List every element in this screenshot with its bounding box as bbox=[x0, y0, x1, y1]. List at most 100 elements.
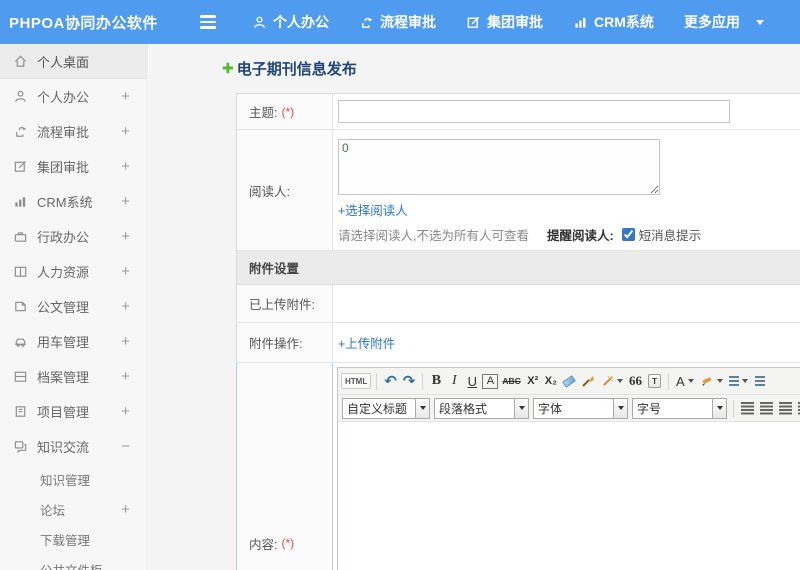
chevron-down-icon bbox=[415, 398, 429, 418]
align-right-icon[interactable] bbox=[777, 398, 794, 418]
readers-row: 阅读人: 0 +选择阅读人 请选择阅读人,不选为所有人可查看 提醒阅读人: 短消… bbox=[237, 130, 800, 251]
edit-icon bbox=[14, 160, 27, 172]
readers-textarea[interactable]: 0 bbox=[338, 139, 660, 195]
sidebar-subitem-public-file-cabinet[interactable]: 公共文件柜 bbox=[0, 554, 147, 570]
blockquote-button[interactable]: 66 bbox=[627, 371, 644, 391]
subject-input[interactable] bbox=[338, 100, 730, 123]
content-label: 内容: (*) bbox=[237, 363, 333, 570]
nav-more-apps[interactable]: 更多应用 bbox=[684, 12, 740, 32]
sidebar-item-project-management[interactable]: 项目管理 + bbox=[0, 394, 147, 429]
nav-group-approval[interactable]: 集团审批 bbox=[466, 12, 543, 32]
hamburger-menu-icon[interactable] bbox=[200, 15, 216, 29]
underline-button[interactable]: U bbox=[464, 371, 480, 391]
chevron-down-icon[interactable] bbox=[755, 19, 764, 25]
sidebar-subitem-forum[interactable]: 论坛 + bbox=[0, 494, 147, 524]
sidebar-item-knowledge-exchange[interactable]: 知识交流 − bbox=[0, 429, 147, 464]
select-readers-link[interactable]: +选择阅读人 bbox=[338, 200, 408, 219]
italic-button[interactable]: I bbox=[446, 371, 462, 391]
upload-attachment-link[interactable]: +上传附件 bbox=[338, 333, 395, 352]
font-style-button[interactable]: A bbox=[482, 373, 499, 389]
align-center-icon[interactable] bbox=[758, 398, 775, 418]
sidebar-item-label: 档案管理 bbox=[37, 370, 90, 385]
expand-toggle[interactable]: + bbox=[121, 298, 130, 315]
flow-icon bbox=[16, 127, 26, 137]
sms-notify-label: 短消息提示 bbox=[638, 229, 702, 243]
nav-label: 个人办公 bbox=[273, 14, 329, 30]
editor-content-area[interactable] bbox=[338, 422, 800, 570]
archive-icon bbox=[14, 371, 27, 382]
nav-label: 更多应用 bbox=[683, 14, 740, 30]
subject-row: 主题: (*) bbox=[237, 94, 800, 130]
paste-as-text-icon[interactable]: T bbox=[646, 371, 663, 391]
editor-toolbar-row1: HTML ↶ ↷ B I U A ABC X² X₂ 66 T A bbox=[338, 368, 800, 395]
nav-label: CRM系统 bbox=[594, 14, 654, 30]
expand-toggle[interactable]: + bbox=[121, 368, 130, 385]
sidebar-subitem-label: 公共文件柜 bbox=[40, 560, 103, 570]
sidebar-item-workflow-approval[interactable]: 流程审批 + bbox=[0, 114, 147, 149]
subscript-button[interactable]: X₂ bbox=[543, 371, 559, 391]
expand-toggle[interactable]: + bbox=[121, 501, 130, 518]
strikethrough-button[interactable]: ABC bbox=[500, 371, 522, 391]
sidebar-subitem-label: 知识管理 bbox=[40, 473, 91, 488]
top-nav: 个人办公 流程审批 集团审批 CRM系统 更多应用 bbox=[252, 12, 764, 32]
main-content: ✚ 电子期刊信息发布 主题: (*) 阅读人: 0 +选择阅读人 请选择阅读人,… bbox=[149, 44, 800, 570]
align-justify-icon[interactable] bbox=[796, 398, 800, 418]
sidebar-subitem-download-management[interactable]: 下载管理 bbox=[0, 524, 147, 554]
sidebar-item-personal-desktop[interactable]: 个人桌面 bbox=[0, 44, 147, 79]
sidebar-item-archive-management[interactable]: 档案管理 + bbox=[0, 359, 147, 394]
sidebar-item-human-resources[interactable]: 人力资源 + bbox=[0, 254, 147, 289]
nav-label: 流程审批 bbox=[380, 14, 436, 30]
collapse-toggle[interactable]: − bbox=[121, 438, 130, 455]
person-icon bbox=[15, 90, 26, 102]
nav-label: 集团审批 bbox=[487, 14, 543, 30]
chevron-down-icon bbox=[712, 398, 726, 418]
redo-icon[interactable]: ↷ bbox=[401, 371, 418, 391]
expand-toggle[interactable]: + bbox=[121, 333, 130, 350]
expand-toggle[interactable]: + bbox=[121, 193, 130, 210]
expand-toggle[interactable]: + bbox=[121, 263, 130, 280]
ordered-list-icon[interactable] bbox=[727, 371, 750, 391]
sidebar-item-vehicle-management[interactable]: 用车管理 + bbox=[0, 324, 147, 359]
heading-select[interactable]: 自定义标题 bbox=[342, 397, 430, 419]
sidebar-item-document-management[interactable]: 公文管理 + bbox=[0, 289, 147, 324]
expand-toggle[interactable]: + bbox=[121, 88, 130, 105]
font-color-button[interactable]: A bbox=[674, 371, 696, 391]
remove-format-icon[interactable] bbox=[561, 371, 577, 391]
superscript-button[interactable]: X² bbox=[525, 371, 541, 391]
sidebar-item-crm-system[interactable]: CRM系统 + bbox=[0, 184, 147, 219]
person-icon bbox=[254, 16, 265, 28]
expand-toggle[interactable]: + bbox=[121, 403, 130, 420]
format-painter-icon[interactable] bbox=[579, 371, 597, 391]
undo-icon[interactable]: ↶ bbox=[382, 371, 399, 391]
nav-crm-system[interactable]: CRM系统 bbox=[573, 12, 654, 32]
sidebar-item-personal-office[interactable]: 个人办公 + bbox=[0, 79, 147, 114]
unordered-list-icon[interactable] bbox=[752, 371, 768, 391]
chat-layers-icon bbox=[14, 441, 27, 454]
expand-toggle[interactable]: + bbox=[121, 158, 130, 175]
bold-button[interactable]: B bbox=[428, 371, 444, 391]
font-size-select[interactable]: 字号 bbox=[632, 397, 727, 419]
page-title: ✚ 电子期刊信息发布 bbox=[222, 58, 800, 79]
sidebar-item-group-approval[interactable]: 集团审批 + bbox=[0, 149, 147, 184]
readers-label: 阅读人: bbox=[237, 130, 333, 250]
align-left-icon[interactable] bbox=[739, 398, 756, 418]
source-code-button[interactable]: HTML bbox=[341, 373, 372, 389]
nav-workflow-approval[interactable]: 流程审批 bbox=[359, 12, 436, 32]
font-family-select[interactable]: 字体 bbox=[533, 397, 628, 419]
remind-readers-label: 提醒阅读人: bbox=[546, 229, 614, 243]
green-plus-icon: ✚ bbox=[222, 60, 234, 76]
expand-toggle[interactable]: + bbox=[121, 228, 130, 245]
sidebar-item-label: 行政办公 bbox=[37, 230, 90, 245]
sidebar-item-admin-office[interactable]: 行政办公 + bbox=[0, 219, 147, 254]
car-icon bbox=[15, 338, 26, 347]
expand-toggle[interactable]: + bbox=[121, 123, 130, 140]
nav-personal-office[interactable]: 个人办公 bbox=[252, 12, 329, 32]
home-icon bbox=[14, 55, 27, 67]
highlight-color-icon[interactable] bbox=[698, 371, 725, 391]
toolbar-separator bbox=[422, 372, 424, 390]
paragraph-format-select[interactable]: 段落格式 bbox=[434, 397, 529, 419]
sms-notify-checkbox[interactable] bbox=[621, 228, 635, 241]
book-icon bbox=[14, 266, 27, 277]
quick-format-icon[interactable] bbox=[599, 371, 625, 391]
sidebar-subitem-knowledge-management[interactable]: 知识管理 bbox=[0, 464, 147, 494]
